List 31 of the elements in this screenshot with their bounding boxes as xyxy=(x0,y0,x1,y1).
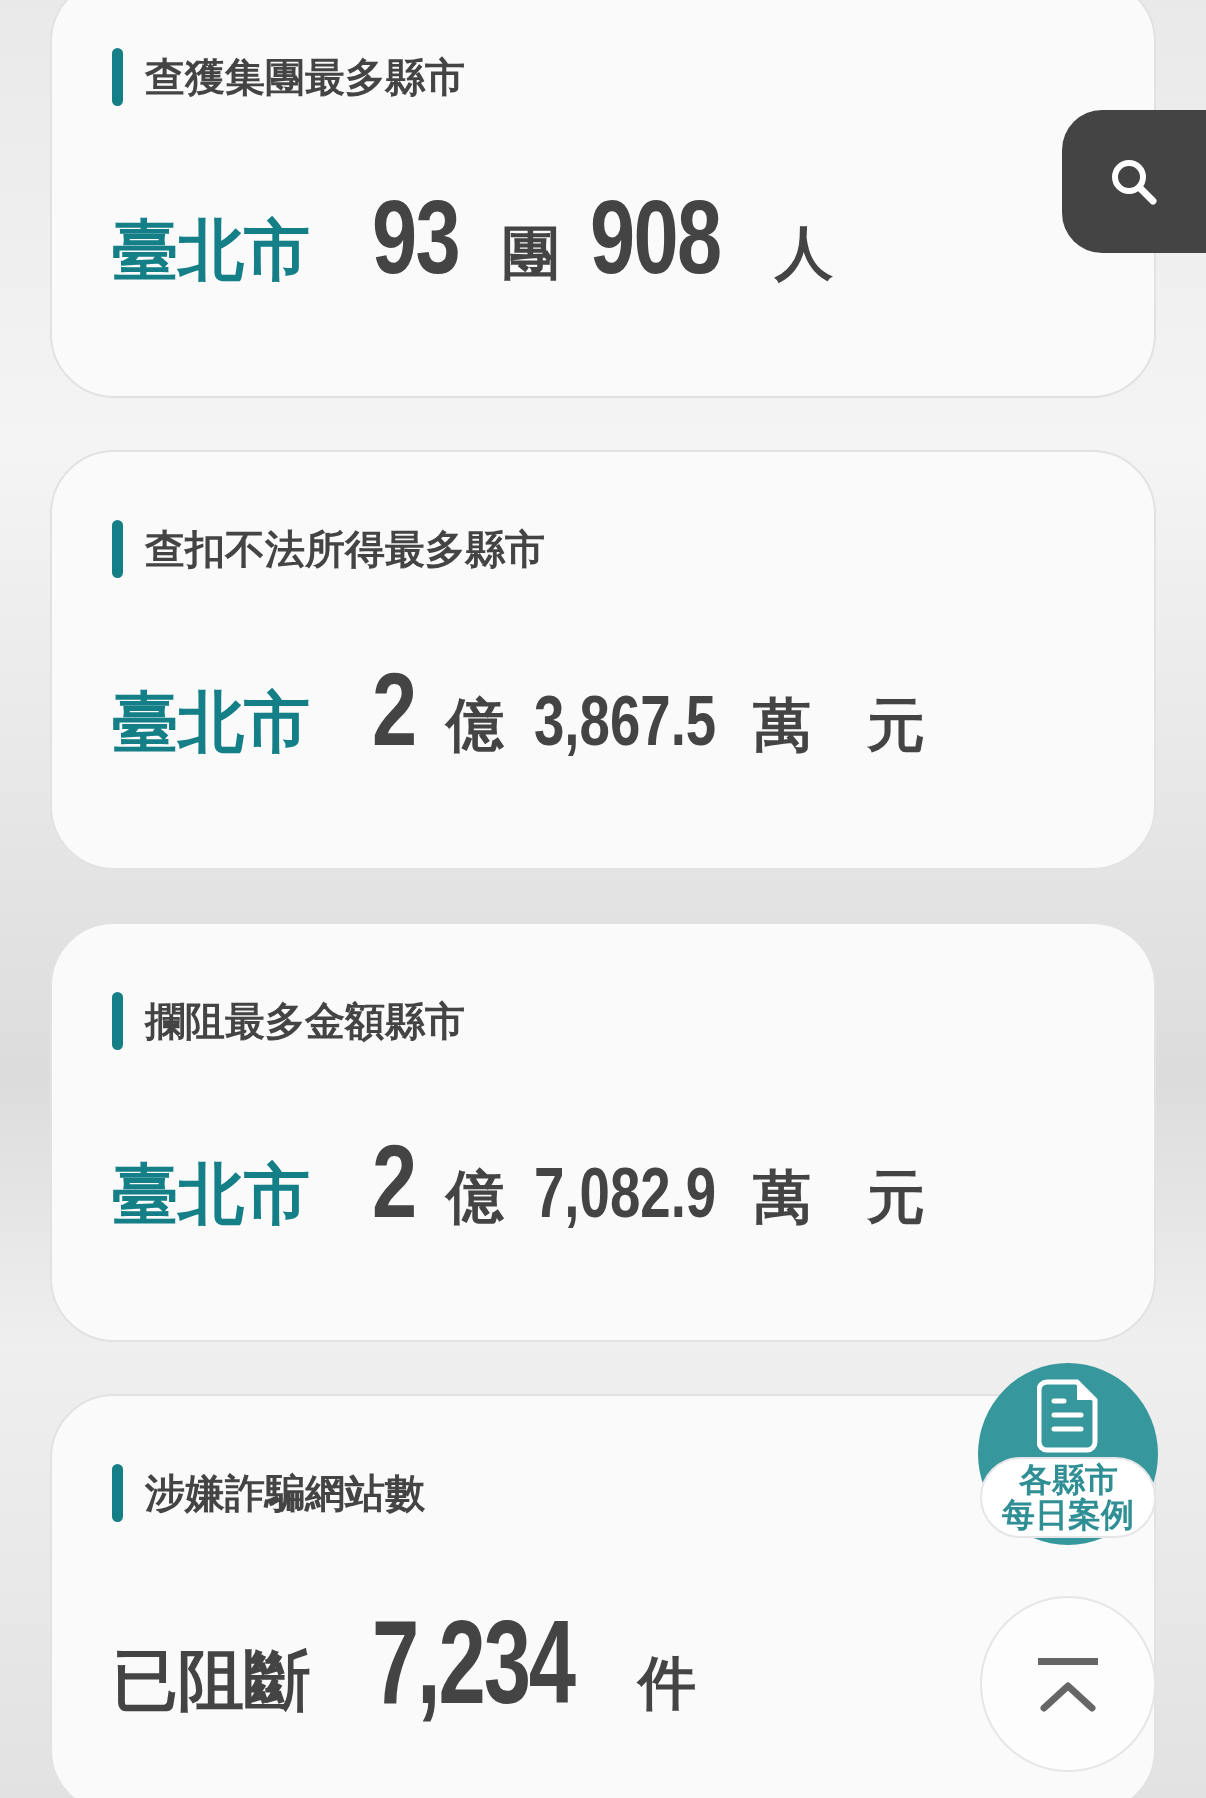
accent-bar xyxy=(112,48,123,106)
unit-label: 億 xyxy=(445,1162,504,1233)
search-button[interactable] xyxy=(1062,110,1206,253)
city-name: 臺北市 xyxy=(112,211,310,291)
card-title: 涉嫌詐騙網站數 xyxy=(145,1468,425,1518)
stat-number: 2 xyxy=(372,650,416,769)
unit-label: 萬 xyxy=(753,690,812,761)
accent-bar xyxy=(112,1464,123,1522)
card-title: 攔阻最多金額縣市 xyxy=(145,996,465,1046)
city-name: 臺北市 xyxy=(112,1155,310,1235)
unit-label: 人 xyxy=(775,218,834,289)
unit-label: 億 xyxy=(445,690,504,761)
stat-number: 93 xyxy=(372,178,460,297)
accent-bar xyxy=(112,520,123,578)
stat-number: 7,082.9 xyxy=(533,1153,716,1233)
stat-number: 3,867.5 xyxy=(533,681,716,761)
card-title: 查獲集團最多縣市 xyxy=(145,52,465,102)
stat-number: 2 xyxy=(372,1122,416,1241)
unit-label: 件 xyxy=(638,1648,697,1719)
stat-number: 908 xyxy=(589,178,721,297)
daily-cases-button[interactable]: 各縣市 每日案例 xyxy=(978,1363,1158,1545)
city-name: 臺北市 xyxy=(112,683,310,763)
unit-label: 元 xyxy=(867,1162,926,1233)
card-title: 查扣不法所得最多縣市 xyxy=(145,524,545,574)
unit-label: 團 xyxy=(501,218,560,289)
unit-label: 元 xyxy=(867,690,926,761)
unit-label: 萬 xyxy=(753,1162,812,1233)
document-icon xyxy=(1037,1379,1099,1453)
accent-bar xyxy=(112,992,123,1050)
status-label: 已阻斷 xyxy=(112,1641,310,1721)
stat-number: 7,234 xyxy=(372,1595,574,1730)
